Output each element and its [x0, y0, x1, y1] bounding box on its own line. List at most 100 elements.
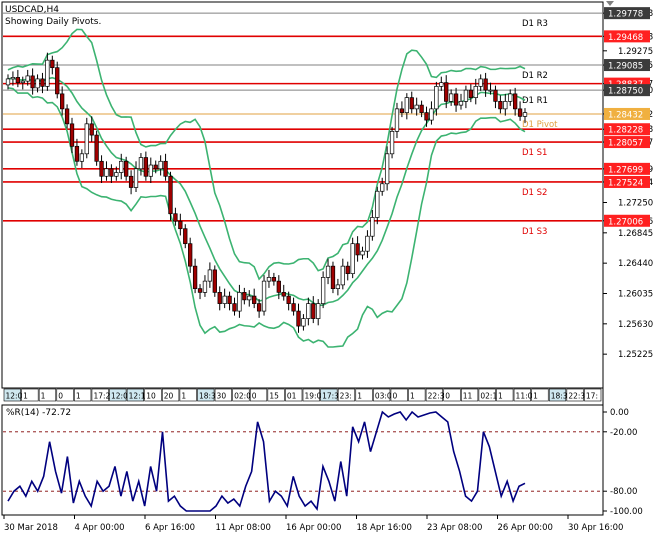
wpr-tick-label: -80.00: [610, 487, 637, 497]
candle-body: [55, 67, 60, 95]
candle-body: [513, 93, 518, 110]
timeline-cell-label: 1: [41, 392, 46, 401]
bands-group: [7, 28, 526, 348]
candle-body: [138, 157, 144, 170]
candle-body: [468, 89, 473, 98]
candle-body: [370, 217, 375, 237]
wpr-tick-label: 0.00: [610, 408, 629, 418]
candle-body: [119, 160, 124, 173]
candle-body: [414, 104, 419, 110]
indicator-caption: Showing Daily Pivots.: [5, 17, 101, 27]
timeline-cell-label: 0: [445, 392, 450, 401]
timeline-cell-label: 11: [463, 392, 473, 401]
pivot-label: D1 S3: [522, 227, 547, 237]
candle-body: [301, 318, 306, 327]
time-tick-label: 18 Apr 16:00: [357, 523, 412, 533]
candle-body: [242, 292, 247, 301]
candle-body: [498, 101, 503, 110]
candle-body: [133, 168, 139, 188]
chart-canvas[interactable]: D1 R3D1 R2D1 R1D1 PivotD1 S1D1 S2D1 S3 1…: [0, 0, 657, 542]
chart-window[interactable]: D1 R3 D1 R2 D1 R1 D1 Pivot D1 S1 D1 S2 D1 S3 1…: [0, 0, 657, 542]
candle-body: [439, 82, 444, 87]
timeline-cell-label: 12:0: [6, 392, 23, 401]
symbol-title: USDCAD,H4: [5, 5, 59, 15]
candle-body: [311, 303, 316, 319]
candle-body: [409, 97, 414, 110]
candle-body: [360, 250, 365, 256]
price-tag-text: 1.27699: [608, 165, 643, 175]
candle-body: [60, 93, 65, 110]
timeline-cell-label: 0: [392, 392, 397, 401]
wpr-line: [7, 410, 526, 512]
timeline-cell-label: 17:: [586, 392, 598, 401]
candle-body: [40, 78, 45, 87]
candle-body: [143, 157, 149, 177]
candles-group: [5, 52, 528, 333]
candle-body: [453, 93, 459, 106]
candle-body: [227, 295, 232, 304]
candle-body: [463, 89, 469, 102]
candle-body: [10, 77, 16, 80]
candle-body: [45, 59, 50, 87]
wpr-label: %R(14) -72.72: [6, 408, 71, 418]
timeline-cell-label: 1: [181, 392, 186, 401]
price-tag-text: 1.28432: [608, 110, 643, 120]
candle-body: [330, 265, 336, 289]
candle-body: [104, 168, 109, 177]
timeline-cell-label: 1: [410, 392, 415, 401]
price-tick-label: 1.25225: [618, 350, 653, 360]
candle-body: [222, 295, 227, 304]
timeline-cell-label: 01: [287, 392, 297, 401]
price-tags-group: 1.297781.294681.290851.288371.287501.284…: [604, 7, 650, 227]
time-axis: 30 Mar 2018 4 Apr 00:00 6 Apr 16:00 11 Apr …: [3, 515, 623, 533]
timeline-cell-label: 1: [357, 392, 362, 401]
candle-body: [424, 112, 429, 121]
main-plot-frame: [1, 1, 604, 389]
candle-body: [25, 75, 30, 82]
candle-body: [74, 145, 80, 162]
time-tick-label: 4 Apr 00:00: [75, 523, 125, 533]
chart-shift-marker-icon[interactable]: [606, 1, 614, 6]
candle-body: [483, 78, 488, 91]
time-tick-label: 16 Apr 00:00: [286, 523, 341, 533]
candle-body: [94, 134, 99, 162]
candle-body: [109, 168, 114, 177]
candle-body: [207, 269, 213, 282]
candle-body: [173, 213, 178, 222]
timeline-cell-label: 15: [269, 392, 279, 401]
candle-body: [20, 80, 25, 83]
timeline-cell-label: 1: [498, 392, 503, 401]
pivot-label: D1 S2: [522, 188, 547, 198]
candle-body: [404, 97, 409, 113]
candle-body: [178, 220, 183, 230]
candle-body: [69, 123, 75, 147]
candle-body: [291, 303, 296, 312]
timeline-strip: 12:0 1 1 0 1 17:2 12:0 12:1 10 20 1 18:3030 02:000 15…: [3, 388, 602, 402]
candle-body: [522, 112, 528, 117]
candle-body: [188, 243, 193, 267]
candle-body: [444, 82, 449, 102]
timeline-cell-label: 10: [146, 392, 156, 401]
candle-body: [286, 295, 291, 304]
candle-body: [389, 130, 395, 155]
candle-body: [168, 175, 173, 215]
candle-body: [380, 183, 385, 192]
candle-body: [192, 265, 198, 289]
candle-body: [197, 288, 203, 293]
price-tick-label: 1.26845: [618, 229, 653, 239]
price-tick-label: 1.25630: [618, 320, 653, 330]
candle-body: [355, 243, 360, 256]
time-tick-label: 23 Apr 08:00: [427, 523, 482, 533]
candle-body: [124, 160, 129, 177]
candle-body: [64, 108, 70, 125]
timeline-cell-label: 1: [533, 392, 538, 401]
candle-body: [429, 108, 434, 121]
pivot-label: D1 R2: [522, 71, 548, 81]
candle-body: [232, 303, 237, 312]
candle-body: [128, 175, 134, 188]
candle-body: [399, 108, 405, 113]
pivot-label: D1 S1: [522, 148, 547, 158]
candle-body: [281, 292, 286, 297]
candle-body: [114, 172, 119, 177]
time-tick-label: 30 Apr 16:00: [568, 523, 623, 533]
